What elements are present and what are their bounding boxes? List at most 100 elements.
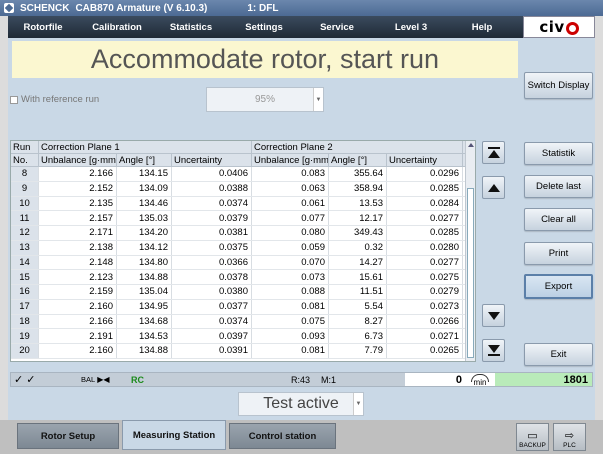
uncertainty-1-cell: 0.0380 bbox=[172, 285, 252, 299]
angle-2-cell: 14.27 bbox=[329, 255, 387, 270]
menu-calibration[interactable]: Calibration bbox=[78, 22, 156, 33]
unbalance-2-cell: 0.088 bbox=[252, 285, 329, 299]
run-no-cell: 18 bbox=[11, 314, 39, 329]
scrollbar-thumb[interactable] bbox=[467, 188, 474, 358]
uncertainty-1-cell: 0.0378 bbox=[172, 270, 252, 284]
angle-1-cell: 134.53 bbox=[117, 329, 172, 343]
table-row[interactable]: 10 2.135 134.46 0.0374 0.061 13.53 0.0284 bbox=[11, 196, 475, 212]
uncertainty-1-cell: 0.0397 bbox=[172, 329, 252, 343]
table-header-row-2: No. Unbalance [g·mm] Angle [°] Uncertain… bbox=[11, 154, 475, 167]
unbalance-2-cell: 0.061 bbox=[252, 196, 329, 211]
mode-indicator: M:1 bbox=[321, 374, 337, 385]
angle-2-cell: 7.79 bbox=[329, 344, 387, 358]
angle-2-cell: 12.17 bbox=[329, 211, 387, 225]
header-run: Run bbox=[11, 141, 39, 153]
menu-statistics[interactable]: Statistics bbox=[156, 22, 226, 33]
uncertainty-1-cell: 0.0406 bbox=[172, 167, 252, 181]
uncertainty-2-cell: 0.0271 bbox=[387, 329, 463, 343]
reference-run-checkbox[interactable] bbox=[10, 95, 18, 104]
angle-1-cell: 134.88 bbox=[117, 344, 172, 358]
unbalance-1-cell: 2.160 bbox=[39, 299, 117, 314]
table-row[interactable]: 17 2.160 134.95 0.0377 0.081 5.54 0.0273 bbox=[11, 299, 475, 315]
table-row[interactable]: 9 2.152 134.09 0.0388 0.063 358.94 0.0285 bbox=[11, 181, 475, 197]
uncertainty-2-cell: 0.0296 bbox=[387, 167, 463, 181]
uncertainty-1-cell: 0.0374 bbox=[172, 196, 252, 211]
table-scrollbar[interactable] bbox=[465, 141, 475, 361]
switch-display-button[interactable]: Switch Display bbox=[524, 72, 593, 99]
menu-bar: Rotorfile Calibration Statistics Setting… bbox=[8, 16, 595, 38]
statistik-button[interactable]: Statistik bbox=[524, 142, 593, 165]
menu-settings[interactable]: Settings bbox=[226, 22, 302, 33]
reference-run-label: With reference run bbox=[21, 94, 100, 105]
print-button[interactable]: Print bbox=[524, 242, 593, 265]
double-up-arrow-icon bbox=[487, 147, 500, 158]
unbalance-1-cell: 2.159 bbox=[39, 285, 117, 299]
table-row[interactable]: 15 2.123 134.88 0.0378 0.073 15.61 0.0275 bbox=[11, 270, 475, 285]
unbalance-2-cell: 0.081 bbox=[252, 344, 329, 358]
unbalance-2-cell: 0.059 bbox=[252, 240, 329, 255]
unbalance-1-cell: 2.152 bbox=[39, 181, 117, 196]
percent-select[interactable]: 95% ▼ bbox=[206, 87, 324, 112]
table-row[interactable]: 16 2.159 135.04 0.0380 0.088 11.51 0.0279 bbox=[11, 285, 475, 300]
uncertainty-2-cell: 0.0265 bbox=[387, 344, 463, 358]
delete-last-button[interactable]: Delete last bbox=[524, 175, 593, 198]
run-no-cell: 9 bbox=[11, 181, 39, 196]
bottom-bar: Rotor Setup Measuring Station Control st… bbox=[0, 420, 603, 454]
jump-top-button[interactable] bbox=[482, 141, 505, 164]
angle-1-cell: 134.15 bbox=[117, 167, 172, 181]
test-state-select[interactable]: Test active ▼ bbox=[238, 392, 364, 416]
table-row[interactable]: 19 2.191 134.53 0.0397 0.093 6.73 0.0271 bbox=[11, 329, 475, 344]
unbalance-2-cell: 0.081 bbox=[252, 299, 329, 314]
per-minute-label: min bbox=[473, 378, 487, 387]
plc-button[interactable]: ⇨ PLC bbox=[553, 423, 586, 451]
header-uncertainty-1: Uncertainty bbox=[172, 154, 252, 166]
table-row[interactable]: 11 2.157 135.03 0.0379 0.077 12.17 0.0277 bbox=[11, 211, 475, 226]
table-row[interactable]: 18 2.166 134.68 0.0374 0.075 8.27 0.0266 bbox=[11, 314, 475, 330]
run-no-cell: 12 bbox=[11, 226, 39, 240]
table-header-row-1: Run Correction Plane 1 Correction Plane … bbox=[11, 141, 475, 154]
run-no-cell: 13 bbox=[11, 240, 39, 255]
unbalance-2-cell: 0.093 bbox=[252, 329, 329, 343]
angle-1-cell: 134.20 bbox=[117, 226, 172, 240]
menu-rotorfile[interactable]: Rotorfile bbox=[8, 22, 78, 33]
scroll-up-button[interactable] bbox=[482, 176, 505, 199]
menu-help[interactable]: Help bbox=[450, 22, 514, 33]
unbalance-1-cell: 2.191 bbox=[39, 329, 117, 343]
civo-logo: civ bbox=[523, 16, 595, 38]
tab-rotor-setup[interactable]: Rotor Setup bbox=[17, 423, 119, 449]
jump-bottom-button[interactable] bbox=[482, 339, 505, 362]
total-counter: 1801 bbox=[495, 373, 592, 386]
export-button[interactable]: Export bbox=[524, 274, 593, 299]
angle-2-cell: 8.27 bbox=[329, 314, 387, 329]
scroll-down-button[interactable] bbox=[482, 304, 505, 327]
window-titlebar: SCHENCK CAB870 Armature (V 6.10.3) 1: DF… bbox=[0, 0, 603, 16]
angle-1-cell: 135.04 bbox=[117, 285, 172, 299]
angle-2-cell: 11.51 bbox=[329, 285, 387, 299]
header-angle-1: Angle [°] bbox=[117, 154, 172, 166]
table-row[interactable]: 8 2.166 134.15 0.0406 0.083 355.64 0.0296 bbox=[11, 167, 475, 182]
uncertainty-1-cell: 0.0379 bbox=[172, 211, 252, 225]
uncertainty-2-cell: 0.0277 bbox=[387, 211, 463, 225]
menu-level-3[interactable]: Level 3 bbox=[372, 22, 450, 33]
table-row[interactable]: 12 2.171 134.20 0.0381 0.080 349.43 0.0285 bbox=[11, 226, 475, 241]
menu-service[interactable]: Service bbox=[302, 22, 372, 33]
table-row[interactable]: 14 2.148 134.80 0.0366 0.070 14.27 0.0277 bbox=[11, 255, 475, 271]
table-row[interactable]: 20 2.160 134.88 0.0391 0.081 7.79 0.0265 bbox=[11, 344, 475, 359]
status-bar: ✓ ✓ BAL ▶◀ RC R:43 M:1 0 min 1801 bbox=[10, 372, 593, 387]
backup-button[interactable]: ▭ BACKUP bbox=[516, 423, 549, 451]
angle-1-cell: 134.12 bbox=[117, 240, 172, 255]
exit-button[interactable]: Exit bbox=[524, 343, 593, 366]
uncertainty-2-cell: 0.0284 bbox=[387, 196, 463, 211]
run-no-cell: 17 bbox=[11, 299, 39, 314]
run-no-cell: 8 bbox=[11, 167, 39, 181]
clear-all-button[interactable]: Clear all bbox=[524, 208, 593, 231]
angle-1-cell: 135.03 bbox=[117, 211, 172, 225]
run-no-cell: 19 bbox=[11, 329, 39, 343]
table-row[interactable]: 13 2.138 134.12 0.0375 0.059 0.32 0.0280 bbox=[11, 240, 475, 256]
double-down-arrow-icon bbox=[487, 345, 500, 356]
uncertainty-2-cell: 0.0279 bbox=[387, 285, 463, 299]
bal-indicator: BAL ▶◀ bbox=[41, 375, 131, 384]
tab-measuring-station[interactable]: Measuring Station bbox=[122, 420, 226, 450]
chevron-down-icon: ▼ bbox=[353, 393, 363, 415]
tab-control-station[interactable]: Control station bbox=[229, 423, 336, 449]
